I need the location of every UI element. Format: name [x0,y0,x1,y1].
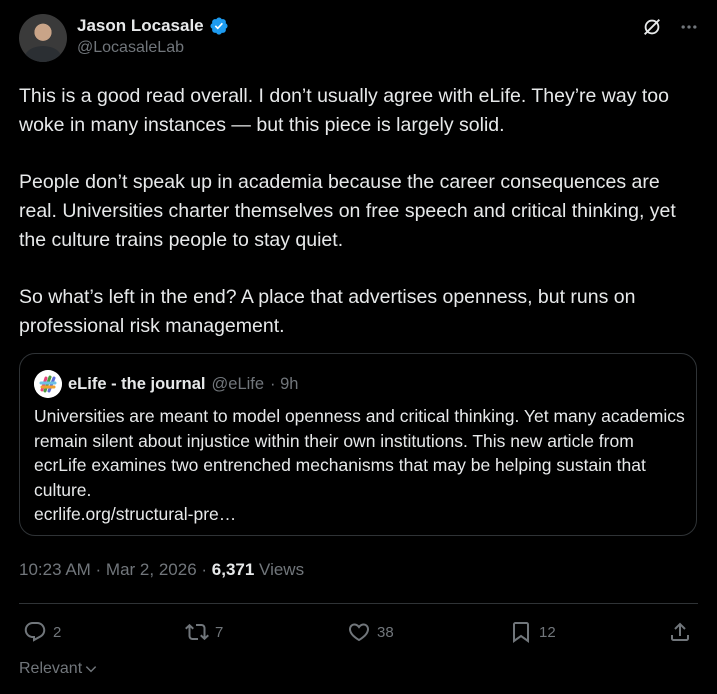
divider [19,603,698,604]
tweet-header: Jason Locasale @LocasaleLab [19,14,699,64]
reply-icon [24,622,46,642]
tweet-datetime[interactable]: 10:23 AM · Mar 2, 2026 · [19,560,212,579]
reply-count: 2 [53,623,62,641]
author-avatar[interactable] [19,14,67,62]
like-button[interactable]: 38 [347,620,394,644]
quote-text: Universities are meant to model openness… [34,406,685,500]
quote-body: Universities are meant to model openness… [34,404,686,527]
quote-link[interactable]: ecrlife.org/structural-pre… [34,504,236,524]
tweet-paragraph: This is a good read overall. I don’t usu… [19,85,669,136]
more-icon[interactable] [679,17,699,37]
share-button[interactable] [668,620,692,644]
bookmark-button[interactable]: 12 [509,620,556,644]
like-icon [348,623,370,642]
bookmark-count: 12 [539,623,556,641]
chevron-down-icon [85,666,97,673]
quote-header: eLife - the journal @eLife · 9h [34,370,298,398]
repost-button[interactable]: 7 [185,620,223,644]
author-handle[interactable]: @LocasaleLab [77,39,229,57]
author-info: Jason Locasale @LocasaleLab [77,16,229,57]
share-icon [671,622,689,641]
action-bar: 2 7 38 12 [19,620,698,646]
quote-avatar[interactable] [34,370,62,398]
reply-sort-dropdown[interactable]: Relevant [19,660,98,678]
quote-timestamp[interactable]: · 9h [270,375,298,394]
tweet-text: This is a good read overall. I don’t usu… [19,82,699,369]
bookmark-icon [513,622,529,643]
header-actions [641,16,699,38]
author-name[interactable]: Jason Locasale [77,16,204,36]
reply-sort-label: Relevant [19,660,83,677]
like-count: 38 [377,623,394,641]
quote-author-handle[interactable]: @eLife [212,375,265,394]
tweet-paragraph: People don’t speak up in academia becaus… [19,171,676,251]
views-label: Views [254,560,305,579]
grok-icon[interactable] [641,16,663,38]
quoted-tweet[interactable]: eLife - the journal @eLife · 9h Universi… [19,353,697,536]
tweet-paragraph: So what’s left in the end? A place that … [19,286,636,337]
repost-icon [185,623,209,641]
quote-author-name[interactable]: eLife - the journal [68,375,206,394]
elife-logo-icon [34,370,62,398]
tweet-meta: 10:23 AM · Mar 2, 2026 · 6,371 Views [19,560,304,580]
repost-count: 7 [215,623,224,641]
reply-button[interactable]: 2 [23,620,61,644]
views-count: 6,371 [211,560,255,579]
verified-badge-icon [210,17,228,35]
